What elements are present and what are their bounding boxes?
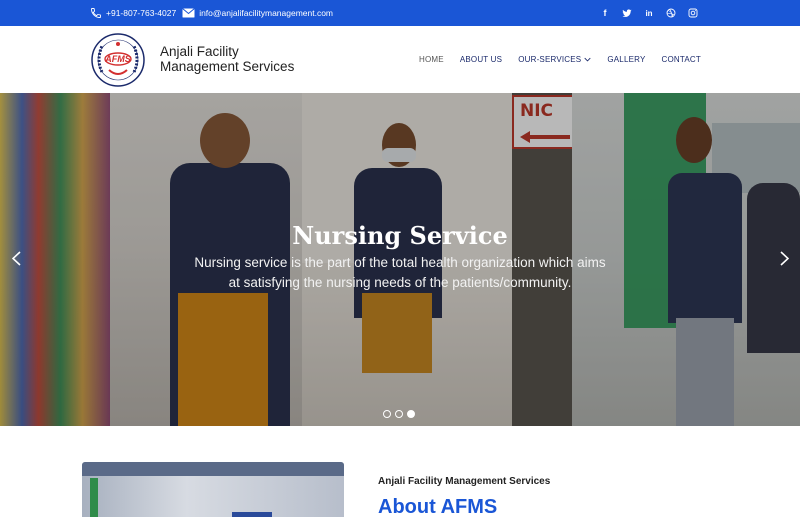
nav-about-us[interactable]: ABOUT US [460,55,502,64]
hero-title: Nursing Service [292,221,508,250]
about-heading: About AFMS [378,496,498,517]
about-subtitle: Anjali Facility Management Services [378,476,551,487]
slider-next-button[interactable] [777,248,791,268]
hero-slider: NIC Nursing Service Nursing service is t… [0,93,800,426]
about-image [82,462,344,517]
nav-home[interactable]: HOME [419,55,444,64]
afms-logo[interactable]: AFMS [90,32,146,88]
dribbble-icon[interactable] [664,6,678,20]
chevron-right-icon [779,250,789,266]
brand-line-2: Management Services [160,59,295,74]
chevron-left-icon [11,250,21,266]
hero-description: Nursing service is the part of the total… [194,255,606,290]
slider-prev-button[interactable] [9,248,23,268]
instagram-icon[interactable] [686,6,700,20]
email-link[interactable]: info@anjalifacilitymanagement.com [182,8,333,18]
nav-our-services-label: OUR-SERVICES [518,55,582,64]
nav-gallery[interactable]: GALLERY [607,55,645,64]
linkedin-icon[interactable]: in [642,6,656,20]
slide-indicator-3[interactable] [407,410,415,418]
phone-number: +91-807-763-4027 [106,8,177,18]
brand-name[interactable]: Anjali Facility Management Services [160,44,294,74]
brand-line-1: Anjali Facility [160,44,239,59]
slide-indicator-1[interactable] [383,410,391,418]
envelope-icon [182,8,196,18]
nav-our-services[interactable]: OUR-SERVICES [518,55,591,64]
nav-contact[interactable]: CONTACT [662,55,701,64]
svg-text:AFMS: AFMS [104,54,131,64]
phone-link[interactable]: +91-807-763-4027 [90,7,176,19]
social-links: f in [590,0,700,26]
chevron-down-icon [584,57,591,62]
site-header: AFMS Anjali Facility Management Services… [0,26,800,93]
slider-indicators [383,410,419,418]
main-nav: HOME ABOUT US OUR-SERVICES GALLERY CONTA… [403,26,701,93]
facebook-icon[interactable]: f [598,6,612,20]
phone-icon [91,8,101,18]
twitter-icon[interactable] [620,6,634,20]
top-bar: +91-807-763-4027 info@anjalifacilitymana… [0,0,800,26]
slide-indicator-2[interactable] [395,410,403,418]
contact-info: +91-807-763-4027 info@anjalifacilitymana… [90,0,339,26]
email-address: info@anjalifacilitymanagement.com [199,8,334,18]
